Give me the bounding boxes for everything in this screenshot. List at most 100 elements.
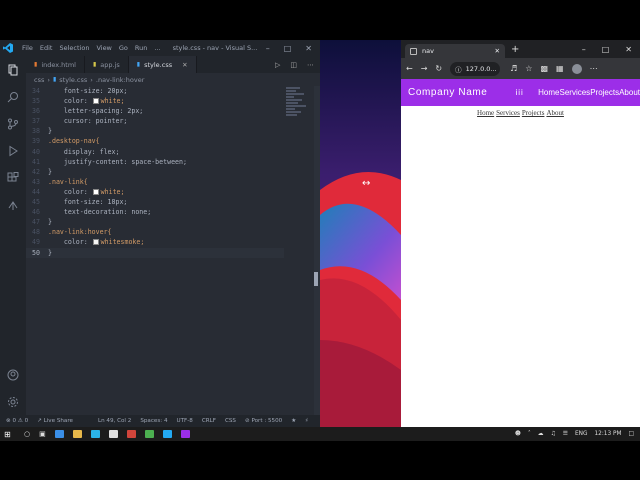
code-line[interactable]: 49 color: whitesmoke; [26,237,284,247]
cloud-icon[interactable]: ☁ [538,431,544,437]
nav-link-services[interactable]: Services [560,88,591,97]
tab-style-css[interactable]: ▮ style.css ✕ [128,56,197,73]
store-icon[interactable] [108,430,118,438]
hamburger-icon[interactable]: iii [515,88,523,97]
code-line[interactable]: 34 font-size: 20px; [26,86,284,96]
color-swatch[interactable] [92,239,99,246]
account-icon[interactable] [0,361,26,388]
menu-file[interactable]: File [22,44,33,52]
menu-more[interactable]: ... [154,44,160,52]
minimap[interactable] [284,86,314,176]
collections-icon[interactable]: ▦ [556,64,564,74]
breadcrumb-file[interactable]: style.css [59,76,87,84]
maximize-icon[interactable]: □ [602,45,610,54]
color-swatch[interactable] [92,188,99,195]
menu-edit[interactable]: Edit [40,44,53,52]
browser-tab[interactable]: nav ✕ [405,44,505,58]
tab-app-js[interactable]: ▮ app.js [85,56,129,73]
nav-link-about[interactable]: About [619,88,640,97]
menu-run[interactable]: Run [135,44,147,52]
search-icon[interactable]: ○ [24,430,30,438]
code-line[interactable]: 44 color: white; [26,187,284,197]
cursor-position[interactable]: Ln 49, Col 2 [98,418,131,424]
file-explorer-icon[interactable] [72,430,82,438]
code-line[interactable]: 47} [26,217,284,227]
page-link-projects[interactable]: Projects [522,109,545,117]
input-language[interactable]: ENG [575,431,588,437]
remote-explorer-icon[interactable] [0,191,26,218]
profile-avatar[interactable] [571,63,582,74]
back-arrow-icon[interactable]: ← [406,64,413,73]
new-tab-icon[interactable]: + [511,44,519,55]
chevron-up-icon[interactable]: ˄ [528,431,531,437]
favorite-star-icon[interactable]: ☆ [525,64,532,74]
indentation[interactable]: Spaces: 4 [140,418,167,424]
settings-gear-icon[interactable] [0,388,26,415]
minimize-icon[interactable]: – [582,45,586,54]
volume-icon[interactable]: ♫ [551,431,556,437]
code-line[interactable]: 42} [26,167,284,177]
tab-close-icon[interactable]: ✕ [495,47,500,55]
taskbar-app-icon[interactable] [126,430,136,438]
clock[interactable]: 12:13 PM [594,431,621,437]
code-line[interactable]: 46 text-decoration: none; [26,207,284,217]
refresh-icon[interactable]: ↻ [435,64,442,73]
menu-view[interactable]: View [96,44,111,52]
taskbar-app-icon[interactable] [144,430,154,438]
extensions-icon[interactable]: ▩ [540,64,548,74]
menu-selection[interactable]: Selection [59,44,89,52]
problems-indicator[interactable]: ⊗ 0 ⚠ 0 [6,418,28,424]
nav-link-projects[interactable]: Projects [590,88,619,97]
vscode-taskbar-icon[interactable] [162,430,172,438]
maximize-icon[interactable]: □ [284,44,292,53]
tab-close-icon[interactable]: ✕ [182,61,187,69]
breadcrumb-folder[interactable]: css [34,76,44,84]
search-icon[interactable] [0,83,26,110]
taskbar-app-icon[interactable] [180,430,190,438]
network-icon[interactable]: ☰ [563,431,568,437]
window-resize-handle[interactable] [314,272,318,286]
page-link-services[interactable]: Services [496,109,520,117]
edge-browser-icon[interactable] [90,430,100,438]
code-line[interactable]: 45 font-size: 18px; [26,197,284,207]
code-line[interactable]: 37 cursor: pointer; [26,116,284,126]
run-debug-icon[interactable] [0,137,26,164]
taskbar-app-icon[interactable] [54,430,64,438]
language-mode[interactable]: CSS [225,418,236,424]
page-link-about[interactable]: About [546,109,564,117]
code-line[interactable]: 40 display: flex; [26,147,284,157]
close-icon[interactable]: ✕ [305,44,312,53]
color-swatch[interactable] [92,98,99,105]
code-line[interactable]: 50} [26,247,284,258]
run-file-icon[interactable]: ▷ [275,61,280,69]
menu-go[interactable]: Go [119,44,128,52]
notification-icon[interactable]: □ [629,431,634,437]
code-line[interactable]: 41 justify-content: space-between; [26,157,284,167]
code-line[interactable]: 35 color: white; [26,96,284,106]
people-icon[interactable]: ☻ [515,431,521,437]
page-link-home[interactable]: Home [477,109,494,117]
minimize-icon[interactable]: – [266,44,270,53]
site-brand[interactable]: Company Name [408,87,487,98]
close-icon[interactable]: ✕ [625,45,632,54]
code-line[interactable]: 48 .nav-link:hover{ [26,227,284,237]
split-editor-icon[interactable]: ◫ [290,61,297,69]
explorer-icon[interactable] [0,56,26,83]
read-aloud-icon[interactable]: ♬ [510,64,517,74]
breadcrumb-symbol[interactable]: .nav-link:hover [96,76,145,84]
more-actions-icon[interactable]: ⋯ [307,61,314,69]
code-line[interactable]: 38} [26,126,284,136]
code-line[interactable]: 39 .desktop-nav{ [26,136,284,146]
line-ending[interactable]: CRLF [202,418,216,424]
code-editor[interactable]: 34 font-size: 20px; 35 color: white; 36 le… [26,86,284,415]
code-line[interactable]: 43 .nav-link{ [26,177,284,187]
address-bar[interactable]: ⓘ 127.0.0... [450,61,501,76]
settings-more-icon[interactable]: ⋯ [590,64,598,74]
feedback-icon[interactable]: ★ [291,418,296,424]
forward-arrow-icon[interactable]: → [421,64,428,73]
notifications-bell-icon[interactable]: ♯ [305,418,308,424]
tab-index-html[interactable]: ▮ index.html [26,56,85,73]
code-line[interactable]: 36 letter-spacing: 2px; [26,106,284,116]
live-share-button[interactable]: ↗ Live Share [37,418,73,424]
source-control-icon[interactable] [0,110,26,137]
